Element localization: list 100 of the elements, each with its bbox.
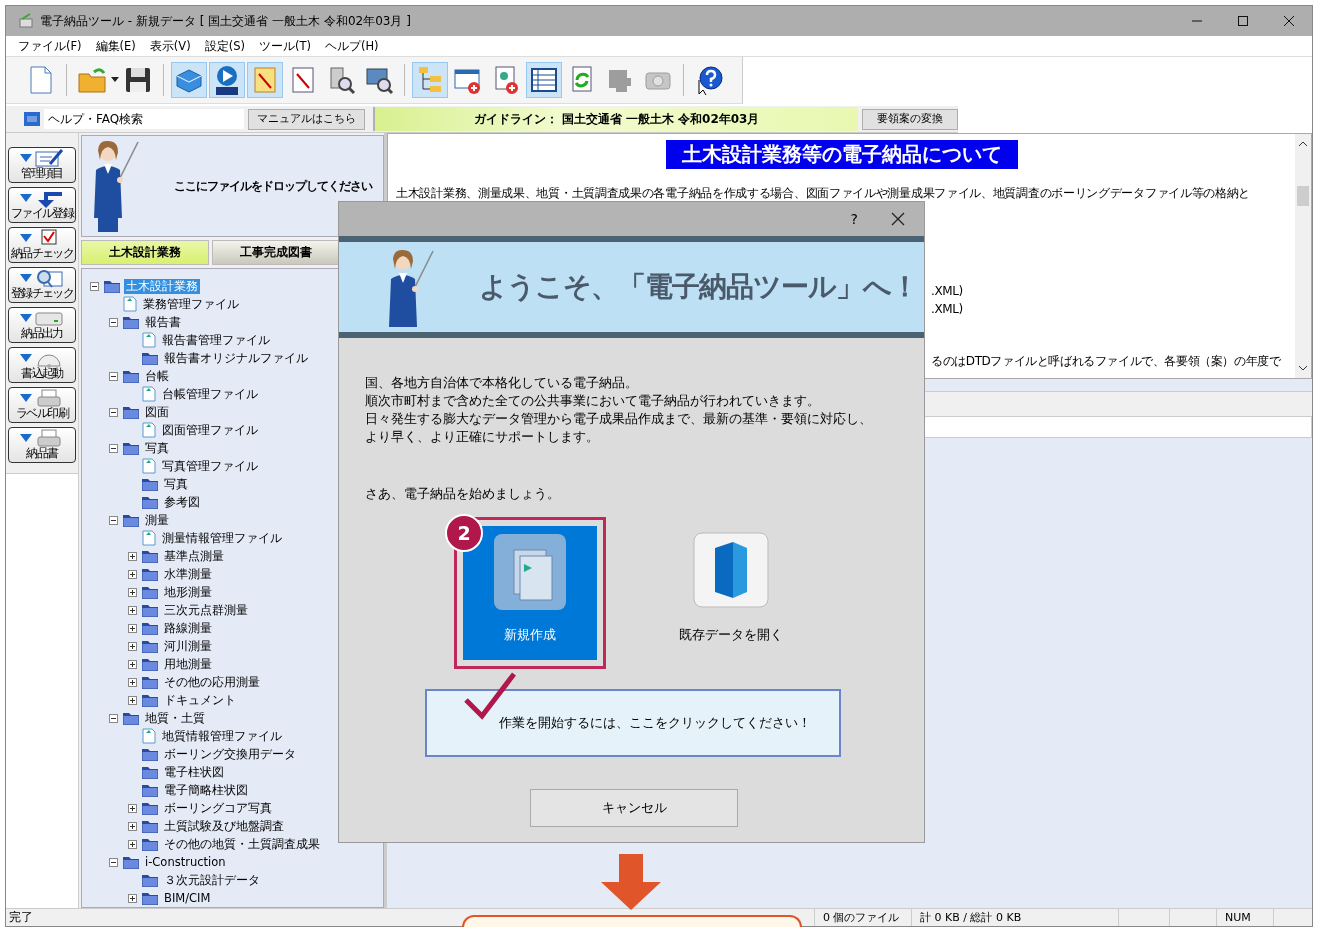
collapse-icon[interactable] [109,713,118,723]
search-field[interactable]: ヘルプ・FAQ検索 [44,109,244,129]
side-button[interactable]: 書込起動 [8,347,76,383]
convert-button[interactable]: 要領案の変換 [862,108,958,130]
tree-item[interactable]: 地質情報管理ファイル [160,728,284,744]
caret-icon [20,314,32,322]
side-button[interactable]: 管理項目 [8,147,76,183]
tree-item[interactable]: 電子柱状図 [162,764,226,780]
tree-item[interactable]: 報告書管理ファイル [160,332,272,348]
expand-icon[interactable] [128,623,137,633]
expand-icon[interactable] [128,695,137,705]
folder-icon [122,404,140,420]
side-button[interactable]: ラベル印刷 [8,387,76,423]
tree-item[interactable]: 用地測量 [162,656,214,672]
open-button[interactable]: 既存データを開く [666,526,796,660]
menu-item[interactable]: 表示(V) [143,38,197,54]
folder-icon [141,782,159,798]
tree-item[interactable]: その他の地質・土質調査成果 [162,836,322,852]
tree-item[interactable]: 測量 [143,512,171,528]
collapse-icon[interactable] [109,857,118,867]
menu-item[interactable]: ヘルプ(H) [318,38,385,54]
folder-icon [141,476,159,492]
tree-item[interactable]: 測量情報管理ファイル [160,530,284,546]
tab[interactable]: 土木設計業務 [81,240,209,265]
tree-item[interactable]: 業務管理ファイル [141,296,241,312]
tree-item[interactable]: 参考図 [162,494,202,510]
side-button[interactable]: ファイル登録 [8,187,76,223]
menu-item[interactable]: 設定(S) [198,38,251,54]
folder-icon [122,854,140,870]
tree-item[interactable]: 台帳管理ファイル [160,386,260,402]
size-total: 計 0 KB / 総計 0 KB [911,909,1118,926]
menu-item[interactable]: ツール(T) [252,38,317,54]
tree-item[interactable]: 地質・土質 [143,710,207,726]
tree-item[interactable]: 図面 [143,404,171,420]
folder-icon [141,692,159,708]
tree-item[interactable]: ３次元設計データ [162,872,262,888]
tree-item[interactable]: BIM/CIM [162,891,213,905]
tab[interactable]: 工事完成図書 [212,240,340,265]
collapse-icon[interactable] [109,371,118,381]
expand-icon[interactable] [128,569,137,579]
tree-item[interactable]: 河川測量 [162,638,214,654]
side-button[interactable]: 納品チェック [8,227,76,263]
expand-icon[interactable] [128,641,137,651]
tree-item[interactable]: 地形測量 [162,584,214,600]
tree-item[interactable]: 台帳 [143,368,171,384]
tree-item[interactable]: ボーリング交換用データ [162,746,298,762]
tree-item[interactable]: 電子簡略柱状図 [162,782,250,798]
folder-icon [141,656,159,672]
expand-icon[interactable] [128,893,137,903]
tree-item[interactable]: i-Construction [143,855,228,869]
manual-button[interactable]: マニュアルはこちら [248,108,365,130]
tree-item[interactable]: ドキュメント [162,692,238,708]
tree-item[interactable]: ボーリングコア写真 [162,800,274,816]
down-arrow-icon [599,854,663,910]
expand-icon[interactable] [128,677,137,687]
close-icon[interactable] [890,211,906,227]
tree-item[interactable]: 土質試験及び地盤調査 [162,818,286,834]
menu-item[interactable]: 編集(E) [89,38,142,54]
expand-icon[interactable] [128,551,137,561]
scrollbar[interactable] [1295,134,1311,378]
side-button[interactable]: 納品出力 [8,307,76,343]
collapse-icon[interactable] [109,443,118,453]
scrollbar-thumb[interactable] [1297,186,1309,206]
folder-icon [141,494,159,510]
collapse-icon[interactable] [109,317,118,327]
side-button[interactable]: 登録チェック [8,267,76,303]
tree-item[interactable]: 写真管理ファイル [160,458,260,474]
tree-item[interactable]: 報告書 [143,314,183,330]
expand-icon[interactable] [128,605,137,615]
start-button[interactable]: 作業を開始するには、ここをクリックしてください！ [425,689,841,757]
folder-icon [122,710,140,726]
tree-item[interactable]: 路線測量 [162,620,214,636]
expand-icon[interactable] [128,821,137,831]
expand-icon[interactable] [128,587,137,597]
collapse-icon[interactable] [109,515,118,525]
side-button[interactable]: 納品書 [8,427,76,463]
tree-item[interactable]: 図面管理ファイル [160,422,260,438]
scroll-up-icon[interactable] [1298,140,1308,147]
scroll-down-icon[interactable] [1298,365,1308,372]
folder-icon [141,818,159,834]
tree-item[interactable]: 水準測量 [162,566,214,582]
caret-icon[interactable] [111,77,119,83]
menu-item[interactable]: ファイル(F) [12,38,88,54]
help-button[interactable]: ? [850,211,858,227]
expand-icon[interactable] [128,659,137,669]
toolbar-button[interactable] [209,62,245,98]
tree-item[interactable]: その他の応用測量 [162,674,262,690]
caret-icon [20,194,32,202]
collapse-icon[interactable] [90,281,99,291]
expand-icon[interactable] [128,803,137,813]
tree-item[interactable]: 報告書オリジナルファイル [162,350,310,366]
collapse-icon[interactable] [109,407,118,417]
expand-icon[interactable] [128,839,137,849]
tree-item[interactable]: 写真 [143,440,171,456]
tree-item[interactable]: 基準点測量 [162,548,226,564]
toolbar-button[interactable] [526,62,562,98]
cancel-button[interactable]: キャンセル [530,789,738,827]
caret-icon [20,354,32,362]
tree-item[interactable]: 写真 [162,476,190,492]
tree-item[interactable]: 三次元点群測量 [162,602,250,618]
